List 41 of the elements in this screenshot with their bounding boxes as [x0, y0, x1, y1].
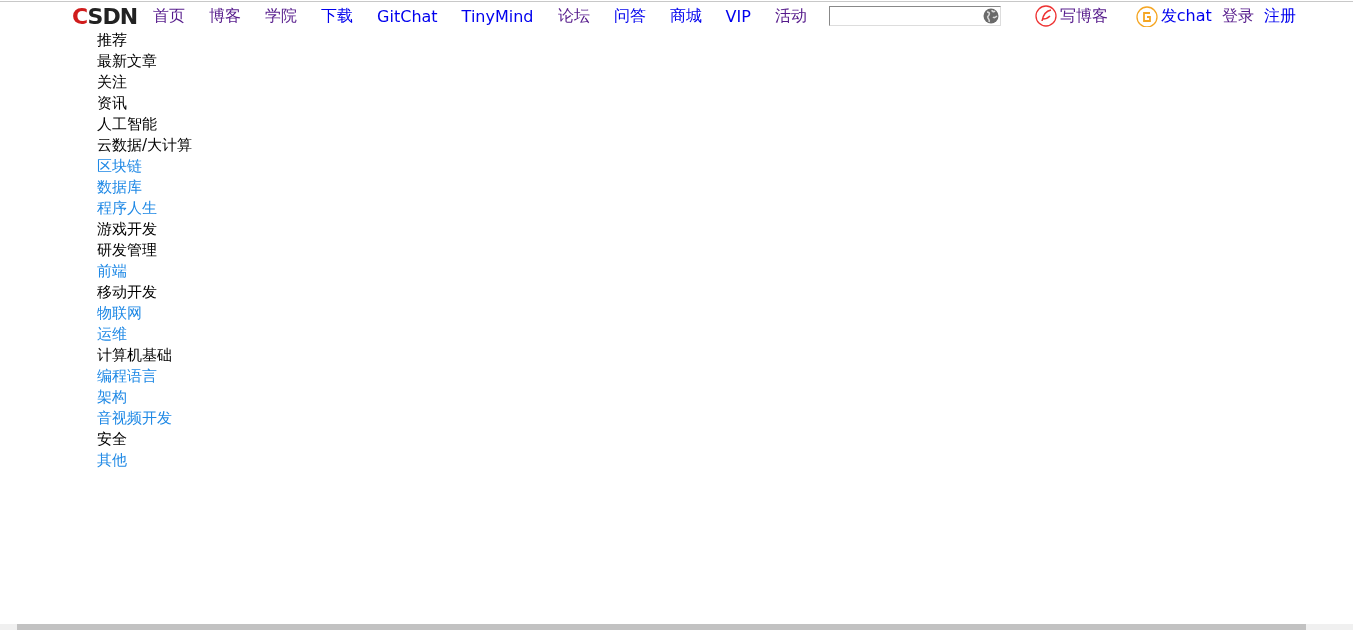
- write-blog-link[interactable]: 写博客: [1059, 5, 1108, 27]
- category-link[interactable]: 物联网: [97, 303, 142, 324]
- nav-link[interactable]: GitChat: [377, 6, 438, 26]
- nav-link[interactable]: 博客: [209, 5, 242, 27]
- logo[interactable]: CSDN: [72, 3, 138, 29]
- category-link[interactable]: 最新文章: [97, 51, 157, 72]
- category-link[interactable]: 其他: [97, 450, 127, 471]
- category-link[interactable]: 区块链: [97, 156, 142, 177]
- nav-link[interactable]: TinyMind: [461, 6, 534, 26]
- category-link[interactable]: 架构: [97, 387, 127, 408]
- category-link[interactable]: 研发管理: [97, 240, 157, 261]
- category-link[interactable]: 资讯: [97, 93, 127, 114]
- category-link[interactable]: 音视频开发: [97, 408, 172, 429]
- nav-link[interactable]: 首页: [153, 5, 186, 27]
- category-link[interactable]: 游戏开发: [97, 219, 157, 240]
- category-link[interactable]: 推荐: [97, 30, 127, 51]
- category-link[interactable]: 数据库: [97, 177, 142, 198]
- account-link[interactable]: 登录: [1221, 5, 1254, 27]
- category-link[interactable]: 程序人生: [97, 198, 157, 219]
- category-link[interactable]: 计算机基础: [97, 345, 172, 366]
- globe-icon[interactable]: [982, 8, 999, 24]
- search-field[interactable]: [828, 6, 1001, 26]
- nav-link[interactable]: 问答: [613, 5, 646, 27]
- nav-link[interactable]: 学院: [265, 5, 298, 27]
- nav-link[interactable]: 下载: [321, 5, 354, 27]
- category-link[interactable]: 云数据/大计算: [97, 135, 193, 156]
- pen-circle-icon: [1034, 5, 1057, 27]
- category-link[interactable]: 移动开发: [97, 282, 157, 303]
- category-link[interactable]: 前端: [97, 261, 127, 282]
- account-link[interactable]: 注册: [1263, 5, 1296, 27]
- category-link[interactable]: 安全: [97, 429, 127, 450]
- category-link[interactable]: 关注: [97, 72, 127, 93]
- nav-link[interactable]: VIP: [725, 6, 751, 26]
- nav-link[interactable]: 活动: [774, 5, 807, 27]
- post-chat-link[interactable]: 发chat: [1160, 5, 1212, 27]
- nav-link[interactable]: 商城: [669, 5, 702, 27]
- category-link[interactable]: 运维: [97, 324, 127, 345]
- category-link[interactable]: 人工智能: [97, 114, 157, 135]
- nav-link[interactable]: 论坛: [557, 5, 590, 27]
- horizontal-scrollbar[interactable]: [0, 624, 1353, 630]
- category-link[interactable]: 编程语言: [97, 366, 157, 387]
